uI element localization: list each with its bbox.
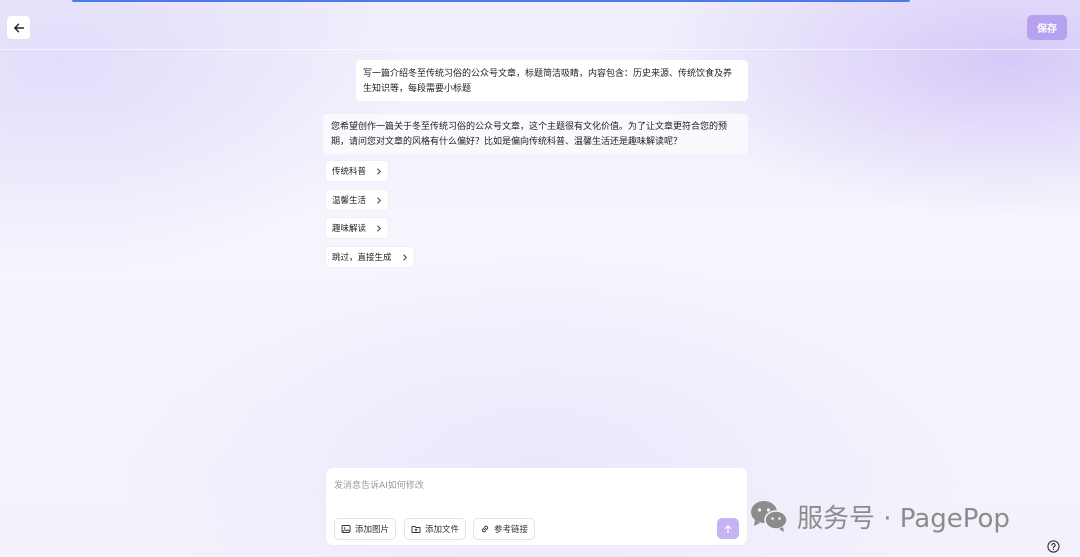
ai-message: 您希望创作一篇关于冬至传统习俗的公众号文章，这个主题很有文化价值。为了让文章更符…	[323, 114, 748, 154]
option-label: 趣味解读	[332, 224, 367, 234]
option-warm-life[interactable]: 温馨生活	[325, 189, 390, 211]
reference-link-label: 参考链接	[494, 525, 529, 535]
top-progress-strip	[72, 0, 910, 2]
add-file-button[interactable]: 添加文件	[404, 518, 467, 540]
composer: 添加图片 添加文件 参考链接	[325, 467, 748, 546]
watermark-text: 服务号 · PagePop	[797, 503, 1010, 534]
user-message: 写一篇介绍冬至传统习俗的公众号文章，标题简洁吸睛，内容包含：历史来源、传统饮食及…	[356, 60, 748, 101]
option-traditional-science[interactable]: 传统科普	[325, 160, 390, 182]
chevron-right-icon	[402, 253, 408, 261]
send-button[interactable]	[717, 518, 739, 539]
back-button[interactable]	[6, 15, 31, 40]
option-label: 温馨生活	[332, 196, 367, 206]
save-button[interactable]: 保存	[1027, 15, 1067, 40]
image-icon	[341, 525, 351, 533]
arrow-left-icon	[13, 23, 24, 32]
option-label: 传统科普	[332, 167, 367, 177]
wechat-icon	[751, 501, 788, 532]
arrow-up-icon	[724, 524, 732, 533]
add-image-button[interactable]: 添加图片	[334, 518, 397, 540]
chevron-right-icon	[376, 224, 382, 232]
add-file-label: 添加文件	[425, 525, 460, 535]
folder-upload-icon	[411, 526, 421, 533]
reference-link-button[interactable]: 参考链接	[473, 518, 536, 540]
watermark: 服务号 · PagePop	[749, 496, 1010, 536]
topbar-divider	[0, 49, 1080, 50]
link-icon	[481, 525, 489, 533]
option-skip-generate[interactable]: 跳过，直接生成	[325, 246, 415, 268]
chevron-right-icon	[376, 196, 382, 204]
chevron-right-icon	[376, 167, 382, 175]
add-image-label: 添加图片	[355, 525, 390, 535]
message-input[interactable]	[334, 478, 734, 494]
option-label: 跳过，直接生成	[332, 253, 392, 263]
option-fun-interpretation[interactable]: 趣味解读	[325, 217, 390, 239]
help-icon[interactable]	[1047, 540, 1060, 553]
